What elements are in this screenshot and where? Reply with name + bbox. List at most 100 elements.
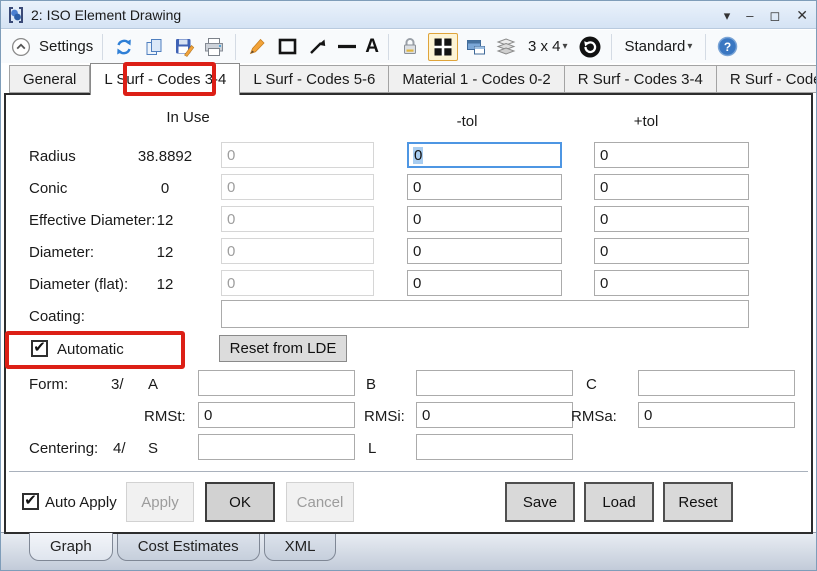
effective-diameter-plus-tol-input[interactable] [594, 206, 749, 232]
form-a-input[interactable] [198, 370, 355, 396]
rmsa-input[interactable] [638, 402, 795, 428]
in-use-value-effective-diameter: 12 [125, 212, 205, 229]
refresh-icon[interactable] [112, 35, 136, 59]
title-bar: 2: ISO Element Drawing ▾ – ◻ ✕ [1, 1, 816, 29]
diameter-minus-tol-input[interactable] [407, 238, 562, 264]
svg-text:?: ? [724, 40, 731, 54]
rmst-input[interactable] [198, 402, 355, 428]
diameter-flat-minus-tol-input[interactable] [407, 270, 562, 296]
load-button[interactable]: Load [584, 482, 654, 522]
line-tool-icon[interactable] [335, 35, 359, 59]
style-dropdown[interactable]: Standard ▾ [621, 36, 697, 57]
save-button[interactable]: Save [505, 482, 575, 522]
tab-strip: General L Surf - Codes 3-4 L Surf - Code… [9, 63, 817, 95]
bottom-tab-graph[interactable]: Graph [29, 533, 113, 561]
chevron-down-icon: ▾ [687, 41, 692, 52]
form-c-input[interactable] [638, 370, 795, 396]
centering-s-input[interactable] [198, 434, 355, 460]
minimize-button[interactable]: – [746, 9, 753, 22]
conic-minus-tol-input[interactable] [407, 174, 562, 200]
radius-minus-tol-input[interactable]: 0 [407, 142, 562, 168]
grid-size-value: 3 x 4 [528, 38, 561, 55]
form-code: 3/ [111, 376, 124, 393]
form-b-label: B [366, 376, 376, 393]
conic-plus-tol-input[interactable] [594, 174, 749, 200]
rmst-label: RMSt: [144, 408, 186, 425]
tab-material-1-codes-0-2[interactable]: Material 1 - Codes 0-2 [389, 65, 564, 93]
window-menu-caret[interactable]: ▾ [724, 9, 731, 22]
in-use-value-diameter-flat: 12 [125, 276, 205, 293]
grid-size-dropdown[interactable]: 3 x 4 ▾ [524, 36, 572, 57]
apply-button: Apply [126, 482, 194, 522]
in-use-value-radius: 38.8892 [125, 148, 205, 165]
copy-icon[interactable] [142, 35, 166, 59]
automatic-checkbox[interactable]: ✔ [31, 340, 48, 357]
settings-chevron-icon[interactable] [9, 35, 33, 59]
tab-r-surf-codes-3-4[interactable]: R Surf - Codes 3-4 [565, 65, 717, 93]
footer-divider [9, 471, 808, 472]
diameter-plus-tol-input[interactable] [594, 238, 749, 264]
toolbar-separator [388, 34, 389, 60]
tab-general[interactable]: General [9, 65, 90, 93]
tab-l-surf-codes-3-4[interactable]: L Surf - Codes 3-4 [90, 63, 240, 95]
automatic-label: Automatic [57, 341, 124, 358]
in-use-value-conic: 0 [125, 180, 205, 197]
auto-apply-checkbox[interactable]: ✔ [22, 493, 39, 510]
toolbar-separator [235, 34, 236, 60]
pane-grid-icon[interactable] [428, 33, 458, 61]
help-icon[interactable]: ? [715, 35, 739, 59]
coating-input[interactable] [221, 300, 749, 328]
tab-l-surf-codes-5-6[interactable]: L Surf - Codes 5-6 [240, 65, 389, 93]
selected-text: 0 [413, 147, 423, 164]
column-header-in-use: In Use [118, 109, 258, 126]
layers-icon[interactable] [494, 35, 518, 59]
maximize-button[interactable]: ◻ [769, 9, 780, 22]
diameter-flat-base-input [221, 270, 374, 296]
rmsa-label: RMSa: [571, 408, 617, 425]
radius-plus-tol-input[interactable] [594, 142, 749, 168]
lock-icon[interactable] [398, 35, 422, 59]
cascade-windows-icon[interactable] [464, 35, 488, 59]
close-button[interactable]: ✕ [796, 8, 808, 22]
form-b-input[interactable] [416, 370, 573, 396]
print-icon[interactable] [202, 35, 226, 59]
radius-base-input [221, 142, 374, 168]
bottom-tab-xml[interactable]: XML [264, 533, 337, 561]
window-title: 2: ISO Element Drawing [31, 7, 181, 23]
reset-from-lde-button[interactable]: Reset from LDE [219, 335, 347, 362]
diameter-base-input [221, 238, 374, 264]
row-label-radius: Radius [29, 148, 76, 165]
row-label-conic: Conic [29, 180, 67, 197]
ok-button[interactable]: OK [205, 482, 275, 522]
centering-l-label: L [368, 440, 376, 457]
save-icon[interactable] [172, 35, 196, 59]
style-value: Standard [625, 38, 686, 55]
column-header-minus-tol: -tol [397, 113, 537, 130]
toolbar-separator [611, 34, 612, 60]
rmsi-label: RMSi: [364, 408, 405, 425]
row-label-diameter: Diameter: [29, 244, 94, 261]
form-a-label: A [148, 376, 158, 393]
check-icon: ✔ [33, 340, 46, 355]
toolbar-separator [705, 34, 706, 60]
chevron-down-icon: ▾ [562, 41, 567, 52]
centering-l-input[interactable] [416, 434, 573, 460]
reset-button[interactable]: Reset [663, 482, 733, 522]
bottom-tab-strip: Graph Cost Estimates XML [1, 532, 816, 570]
bottom-tab-cost-estimates[interactable]: Cost Estimates [117, 533, 260, 561]
arrow-tool-icon[interactable] [305, 35, 329, 59]
iso-element-drawing-window: 2: ISO Element Drawing ▾ – ◻ ✕ Settings [0, 0, 817, 571]
settings-button[interactable]: Settings [39, 38, 93, 55]
text-tool-icon[interactable]: A [365, 36, 379, 58]
pencil-icon[interactable] [245, 35, 269, 59]
auto-apply-label: Auto Apply [45, 494, 117, 511]
rectangle-tool-icon[interactable] [275, 35, 299, 59]
rmsi-input[interactable] [416, 402, 573, 428]
app-logo-icon [7, 6, 25, 24]
effective-diameter-minus-tol-input[interactable] [407, 206, 562, 232]
tab-r-surf-codes-5-6[interactable]: R Surf - Codes 5-6 [717, 65, 817, 93]
rotate-icon[interactable] [578, 35, 602, 59]
diameter-flat-plus-tol-input[interactable] [594, 270, 749, 296]
row-label-coating: Coating: [29, 308, 85, 325]
centering-code: 4/ [113, 440, 126, 457]
